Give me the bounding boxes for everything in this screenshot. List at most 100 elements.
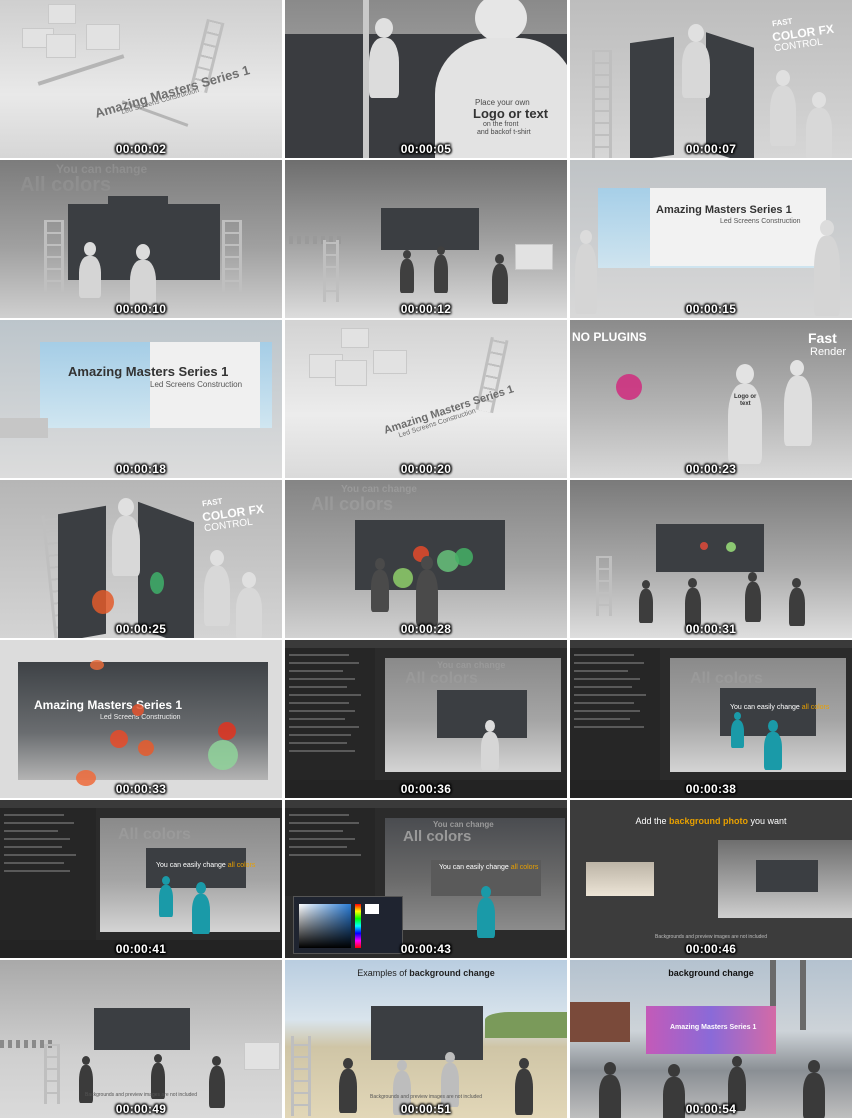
frame-5[interactable]: Amazing Masters Series 1 Led Screens Con… — [570, 160, 852, 318]
color-ball — [208, 740, 238, 770]
sofa — [0, 418, 48, 438]
frame-14[interactable]: All colors You can easily change all col… — [570, 640, 852, 798]
frame-6[interactable]: Amazing Masters Series 1 Led Screens Con… — [0, 320, 282, 478]
caption-text: You can easily change all colors — [730, 704, 830, 711]
crate — [515, 244, 553, 270]
led-panel — [138, 501, 194, 638]
logo-text-2: text — [740, 401, 751, 407]
screen-title-text: Amazing Masters Series 1 — [670, 1024, 757, 1031]
timestamp: 00:00:31 — [685, 622, 737, 636]
ship-hull — [570, 1002, 630, 1042]
timestamp: 00:00:36 — [400, 782, 452, 796]
overlay-text-2: Fast — [808, 330, 837, 346]
frame-4[interactable]: 00:00:12 — [285, 160, 567, 318]
overlay-text-1: You can change — [437, 660, 506, 670]
frame-13[interactable]: You can change All colors 00:00:36 — [285, 640, 567, 798]
menu-bar[interactable] — [0, 800, 282, 808]
timestamp: 00:00:43 — [400, 942, 452, 956]
crate — [48, 4, 76, 24]
crate — [86, 24, 120, 50]
timestamp: 00:00:49 — [115, 1102, 167, 1116]
logo-text-1: Logo or — [734, 394, 757, 400]
frame-0[interactable]: Amazing Masters Series 1 Led Screens Con… — [0, 0, 282, 158]
frame-2[interactable]: FAST COLOR FX CONTROL 00:00:07 — [570, 0, 852, 158]
frame-12[interactable]: Amazing Masters Series 1 Led Screens Con… — [0, 640, 282, 798]
frame-11[interactable]: 00:00:31 — [570, 480, 852, 638]
menu-bar[interactable] — [570, 640, 852, 648]
title-text: Amazing Masters Series 1 — [34, 698, 183, 712]
timestamp: 00:00:25 — [115, 622, 167, 636]
title-text: Amazing Masters Series 1 — [656, 204, 792, 216]
timestamp: 00:00:05 — [400, 142, 452, 156]
project-panel[interactable] — [285, 808, 375, 896]
frame-7[interactable]: Amazing Masters Series 1 Led Screens Con… — [285, 320, 567, 478]
timestamp: 00:00:02 — [115, 142, 167, 156]
ladder — [222, 220, 242, 292]
color-ball — [92, 590, 114, 614]
title-text: Amazing Masters Series 1 — [93, 62, 252, 121]
ladder — [596, 556, 612, 616]
menu-bar[interactable] — [285, 640, 567, 648]
caption-text: You can easily change all colors — [439, 864, 539, 871]
project-panel[interactable] — [570, 648, 660, 788]
frame-20[interactable]: background change Amazing Masters Series… — [570, 960, 852, 1118]
overlay-text: All colors — [118, 826, 191, 843]
project-panel[interactable] — [0, 808, 96, 948]
header-text: Add the background photo you want — [635, 816, 787, 826]
footnote-text: Backgrounds and preview images are not i… — [654, 934, 767, 940]
tshirt-text-3: on the front — [483, 121, 519, 128]
frame-8[interactable]: NO PLUGINS Fast Render Logo or text 00:0… — [570, 320, 852, 478]
footnote-text: Backgrounds and preview images are not i… — [84, 1092, 197, 1098]
color-ball — [700, 542, 708, 550]
timestamp: 00:00:41 — [115, 942, 167, 956]
timestamp: 00:00:18 — [115, 462, 167, 476]
timestamp: 00:00:12 — [400, 302, 452, 316]
subtitle-text: Led Screens Construction — [720, 218, 801, 225]
menu-bar[interactable] — [285, 800, 567, 808]
color-ball — [150, 572, 164, 594]
crate — [373, 350, 407, 374]
overlay-text-3: Render — [810, 346, 847, 358]
overlay-text: All colors — [690, 670, 763, 687]
footnote-text: Backgrounds and preview images are not i… — [369, 1094, 482, 1100]
project-panel[interactable] — [285, 648, 375, 788]
led-wall — [656, 524, 764, 572]
timestamp: 00:00:10 — [115, 302, 167, 316]
led-panel — [630, 36, 674, 158]
led-wall — [437, 690, 527, 738]
timestamp: 00:00:28 — [400, 622, 452, 636]
color-ball — [110, 730, 128, 748]
frame-10[interactable]: You can change All colors 00:00:28 — [285, 480, 567, 638]
timestamp: 00:00:15 — [685, 302, 737, 316]
background-photo-thumb[interactable] — [586, 862, 654, 896]
tshirt-text-2: Logo or text — [473, 106, 549, 121]
frame-15[interactable]: All colors You can easily change all col… — [0, 800, 282, 958]
crate — [46, 34, 76, 58]
color-ball — [132, 704, 144, 716]
color-ball — [455, 548, 473, 566]
crate — [341, 328, 369, 348]
frame-16[interactable]: You can change All colors You can easily… — [285, 800, 567, 958]
color-ball — [393, 568, 413, 588]
fx-text-1: FAST — [201, 496, 223, 509]
led-panel — [706, 32, 754, 158]
crate — [244, 1042, 280, 1070]
crane — [800, 960, 806, 1030]
frame-18[interactable]: Backgrounds and preview images are not i… — [0, 960, 282, 1118]
timestamp: 00:00:38 — [685, 782, 737, 796]
frame-1[interactable]: Place your own Logo or text on the front… — [285, 0, 567, 158]
timestamp: 00:00:46 — [685, 942, 737, 956]
frame-17[interactable]: Add the background photo you want Backgr… — [570, 800, 852, 958]
led-wall-top — [108, 196, 168, 206]
timestamp: 00:00:20 — [400, 462, 452, 476]
frame-9[interactable]: FAST COLOR FX CONTROL 00:00:25 — [0, 480, 282, 638]
led-wall — [371, 1006, 483, 1060]
frame-3[interactable]: You can change All colors 00:00:10 — [0, 160, 282, 318]
caption-text: You can easily change all colors — [156, 862, 256, 869]
frame-19[interactable]: Examples of background change Background… — [285, 960, 567, 1118]
color-ball — [616, 374, 642, 400]
tshirt-text-4: and backof t-shirt — [477, 129, 531, 136]
timestamp: 00:00:51 — [400, 1102, 452, 1116]
fx-text-1: FAST — [771, 16, 793, 29]
header-text: Examples of background change — [357, 968, 495, 978]
